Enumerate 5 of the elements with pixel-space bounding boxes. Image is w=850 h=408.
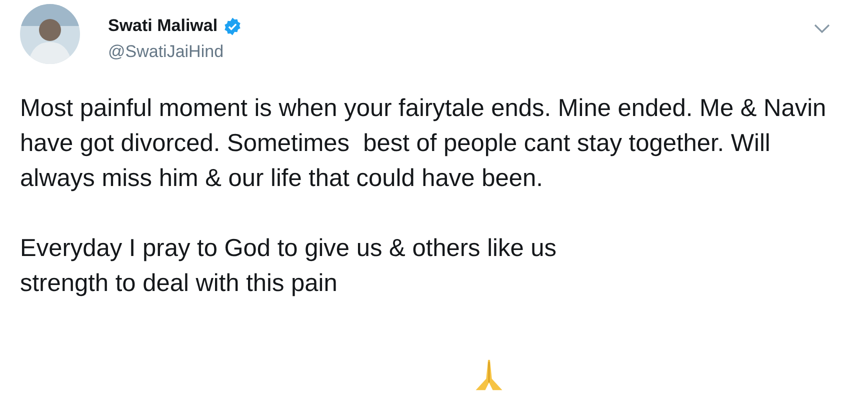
tweet-text: Everyday I pray to God to give us & others like us strength to deal with this pain [20, 234, 558, 299]
tweet-text: Most painful moment is when your fairytale ends. Mine ended. Me & Navin have got divorced. Sometimes best of people cant stay together. Will always miss him & our life that could have been. [20, 94, 828, 194]
chevron-down-icon[interactable] [812, 22, 832, 36]
author-handle[interactable]: @SwatiJaiHind [108, 42, 242, 62]
author-name[interactable]: Swati Maliwal [108, 16, 218, 36]
